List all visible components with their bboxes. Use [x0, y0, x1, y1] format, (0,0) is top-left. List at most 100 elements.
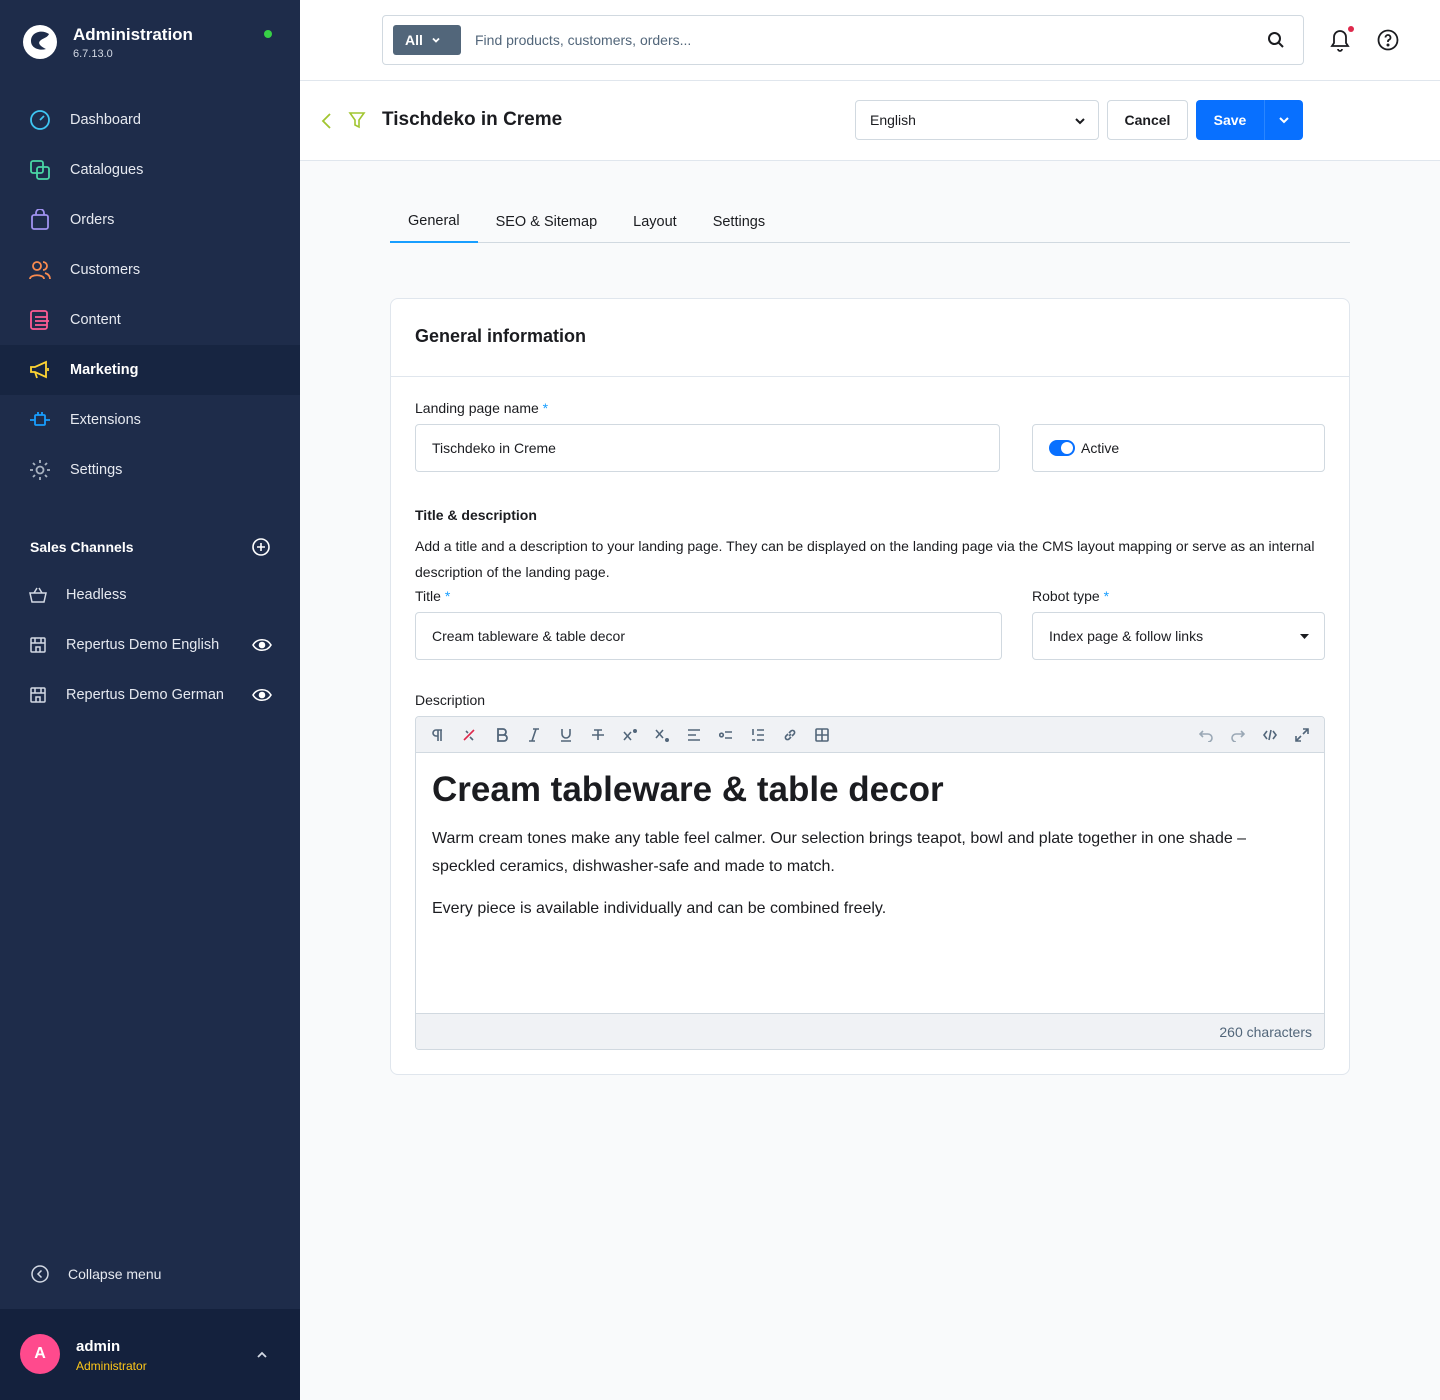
section-title: Title & description [415, 507, 537, 523]
nav-label: Settings [70, 462, 123, 478]
global-search: All [382, 15, 1304, 65]
label-text: Robot type [1032, 588, 1100, 604]
content-icon [28, 308, 52, 332]
editor-heading: Cream tableware & table decor [432, 770, 944, 809]
required-mark: * [444, 588, 451, 604]
storefront-icon [28, 685, 48, 705]
robot-type-select[interactable]: Index page & follow links [1032, 612, 1325, 660]
brand-title: Administration [73, 25, 193, 44]
search-icon[interactable] [1267, 31, 1285, 49]
expand-icon[interactable] [1293, 726, 1311, 744]
sales-channel-repertus-english[interactable]: Repertus Demo English [0, 620, 300, 670]
table-icon[interactable] [813, 726, 831, 744]
tab-settings[interactable]: Settings [695, 200, 783, 243]
nav-label: Content [70, 312, 121, 328]
required-mark: * [542, 400, 549, 416]
help-icon[interactable] [1377, 29, 1399, 51]
italic-icon[interactable] [525, 726, 543, 744]
nav-item-marketing[interactable]: Marketing [0, 345, 300, 395]
nav-label: Marketing [70, 362, 139, 378]
save-options-button[interactable] [1264, 100, 1303, 140]
eye-icon[interactable] [252, 636, 272, 654]
sales-channel-repertus-german[interactable]: Repertus Demo German [0, 670, 300, 720]
superscript-icon[interactable] [621, 726, 639, 744]
sales-channel-label: Repertus Demo English [66, 637, 220, 653]
nav-item-orders[interactable]: Orders [0, 195, 300, 245]
underline-icon[interactable] [557, 726, 575, 744]
back-icon[interactable] [320, 112, 334, 130]
editor-paragraph: Every piece is available individually an… [432, 900, 887, 917]
plug-icon [28, 408, 52, 432]
nav-item-content[interactable]: Content [0, 295, 300, 345]
title-label: Title * [415, 588, 450, 604]
active-toggle-field: Active [1032, 424, 1325, 472]
smart-bar: Tischdeko in Creme English Cancel Save [300, 81, 1440, 161]
nav-item-settings[interactable]: Settings [0, 445, 300, 495]
nav-item-extensions[interactable]: Extensions [0, 395, 300, 445]
search-type-select[interactable]: All [393, 25, 461, 55]
active-label: Active [1081, 440, 1120, 456]
active-toggle[interactable] [1049, 440, 1075, 456]
sales-channel-list: Headless Repertus Demo English Repertus … [0, 570, 300, 720]
chevron-down-icon [1075, 118, 1085, 125]
strikethrough-icon[interactable] [589, 726, 607, 744]
chevron-down-icon [432, 37, 440, 43]
code-view-icon[interactable] [1261, 726, 1279, 744]
user-name: admin [76, 1338, 121, 1355]
search-type-label: All [405, 32, 423, 48]
character-count: 260 characters [416, 1013, 1324, 1049]
cancel-button[interactable]: Cancel [1107, 100, 1188, 140]
label-text: Title [415, 588, 441, 604]
tab-seo-sitemap[interactable]: SEO & Sitemap [478, 200, 616, 243]
bold-icon[interactable] [493, 726, 511, 744]
nav-label: Dashboard [70, 112, 141, 128]
text-color-icon[interactable] [460, 726, 478, 744]
chevron-left-circle-icon [31, 1265, 49, 1283]
avatar: A [20, 1334, 60, 1374]
collapse-menu-button[interactable]: Collapse menu [30, 1264, 161, 1284]
landing-page-name-input[interactable]: Tischdeko in Creme [415, 424, 1000, 472]
landing-page-name-label: Landing page name * [415, 400, 548, 416]
brand[interactable]: Administration 6.7.13.0 [22, 24, 193, 60]
save-button[interactable]: Save [1196, 100, 1264, 140]
basket-icon [28, 585, 48, 605]
general-information-card: General information Landing page name * … [390, 298, 1350, 1075]
nav-label: Catalogues [70, 162, 144, 178]
tab-general[interactable]: General [390, 200, 478, 243]
bullet-list-icon[interactable] [717, 726, 735, 744]
notification-badge [1348, 26, 1354, 32]
title-input[interactable]: Cream tableware & table decor [415, 612, 1002, 660]
nav-item-customers[interactable]: Customers [0, 245, 300, 295]
link-icon[interactable] [781, 726, 799, 744]
user-role: Administrator [76, 1359, 147, 1373]
nav-item-catalogues[interactable]: Catalogues [0, 145, 300, 195]
search-input[interactable] [475, 16, 1245, 64]
nav-label: Customers [70, 262, 141, 278]
nav-item-dashboard[interactable]: Dashboard [0, 95, 300, 145]
storefront-icon [28, 635, 48, 655]
redo-icon[interactable] [1229, 726, 1247, 744]
numbered-list-icon[interactable] [749, 726, 767, 744]
user-menu[interactable]: A admin Administrator [0, 1309, 300, 1400]
sales-channel-headless[interactable]: Headless [0, 570, 300, 620]
top-bar: All [300, 0, 1440, 81]
description-label: Description [415, 692, 486, 708]
subscript-icon[interactable] [653, 726, 671, 744]
undo-icon[interactable] [1197, 726, 1215, 744]
robot-type-label: Robot type * [1032, 588, 1109, 604]
dashboard-icon [28, 108, 52, 132]
gear-icon [28, 458, 52, 482]
chevron-up-icon[interactable] [254, 1347, 270, 1363]
tabs: General SEO & Sitemap Layout Settings [390, 200, 1350, 243]
sidebar: Administration 6.7.13.0 Dashboard Catalo… [0, 0, 300, 1400]
sales-channel-label: Headless [66, 587, 127, 603]
eye-icon[interactable] [252, 686, 272, 704]
editor-content[interactable]: Cream tableware & table decor Warm cream… [416, 753, 1324, 939]
align-left-icon[interactable] [685, 726, 703, 744]
language-label: English [870, 112, 916, 128]
add-sales-channel-icon[interactable] [252, 538, 270, 556]
tab-layout[interactable]: Layout [615, 200, 695, 243]
paragraph-icon[interactable] [428, 726, 446, 744]
users-icon [28, 258, 52, 282]
language-switch[interactable]: English [855, 100, 1099, 140]
